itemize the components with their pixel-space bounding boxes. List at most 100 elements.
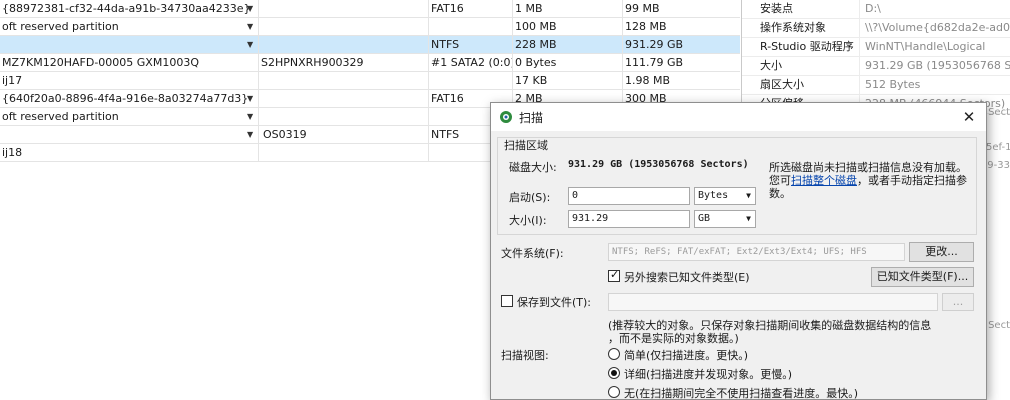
table-cell-serial bbox=[258, 18, 428, 36]
table-cell-fs: FAT16 bbox=[428, 0, 512, 18]
scan-view-simple-label: 简单(仅扫描进度。更快。) bbox=[624, 349, 749, 362]
table-cell-name: oft reserved partition bbox=[2, 110, 119, 123]
property-row[interactable]: R-Studio 驱动程序 WinNT\Handle\Logical bbox=[742, 38, 1010, 57]
disk-size-label: 磁盘大小: bbox=[509, 161, 557, 174]
table-cell-name: {640f20a0-8896-4f4a-916e-8a03274a77d3} bbox=[2, 92, 249, 105]
table-cell-fs bbox=[428, 18, 512, 36]
scan-whole-disk-link[interactable]: 扫描整个磁盘 bbox=[791, 174, 857, 187]
size-label: 大小(I): bbox=[509, 214, 547, 227]
table-cell-serial bbox=[258, 90, 428, 108]
dropdown-arrow-icon[interactable]: ▼ bbox=[247, 108, 253, 125]
start-label: 启动(S): bbox=[509, 191, 551, 204]
scan-view-detailed-radio[interactable] bbox=[608, 367, 620, 379]
table-cell-fs bbox=[428, 72, 512, 90]
scan-view-label: 扫描视图: bbox=[501, 349, 549, 362]
table-cell-fs: #1 SATA2 (0:0) bbox=[428, 54, 512, 72]
dropdown-arrow-icon[interactable]: ▼ bbox=[247, 90, 253, 107]
property-row[interactable]: 扇区大小 512 Bytes bbox=[742, 76, 1010, 95]
scan-note-suffix: ，或者手动指定扫描参 bbox=[857, 174, 967, 187]
table-row-selected[interactable]: ▼ NTFS 228 MB 931.29 GB bbox=[0, 36, 740, 54]
property-value: WinNT\Handle\Logical bbox=[865, 40, 986, 53]
chevron-down-icon: ▼ bbox=[746, 214, 751, 223]
table-cell-name: oft reserved partition bbox=[2, 20, 119, 33]
start-unit-select[interactable]: Bytes ▼ bbox=[694, 187, 756, 205]
disk-size-value: 931.29 GB (1953056768 Sectors) bbox=[568, 159, 749, 170]
property-key: 操作系统对象 bbox=[742, 19, 860, 38]
property-value: \\?\Volume{d682da2e-ad04- bbox=[865, 21, 1010, 34]
save-to-file-checkbox[interactable] bbox=[501, 295, 513, 307]
scan-view-none-radio[interactable] bbox=[608, 386, 620, 398]
table-cell-start: 100 MB bbox=[512, 18, 622, 36]
table-row[interactable]: ij17 17 KB 1.98 MB bbox=[0, 72, 740, 90]
table-cell-name: MZ7KM120HAFD-00005 GXM1003Q bbox=[2, 56, 199, 69]
extra-search-checkbox[interactable] bbox=[608, 268, 620, 282]
table-cell-fs: NTFS bbox=[428, 36, 512, 54]
table-cell-serial bbox=[258, 0, 428, 18]
table-row[interactable]: oft reserved partition ▼ 100 MB 128 MB bbox=[0, 18, 740, 36]
scan-note-line2: 您可扫描整个磁盘，或者手动指定扫描参 bbox=[769, 172, 967, 188]
filesystem-label: 文件系统(F): bbox=[501, 247, 564, 260]
table-cell-start: 17 KB bbox=[512, 72, 622, 90]
table-cell-serial: OS0319 bbox=[258, 126, 428, 144]
dropdown-arrow-icon[interactable]: ▼ bbox=[247, 126, 253, 143]
start-unit-value: Bytes bbox=[698, 190, 729, 201]
table-cell-start: 1 MB bbox=[512, 0, 622, 18]
table-row[interactable]: {88972381-cf32-44da-a91b-34730aa4233e} ▼… bbox=[0, 0, 740, 18]
table-cell-name bbox=[0, 36, 258, 54]
size-input[interactable]: 931.29 bbox=[568, 210, 690, 228]
property-value: 512 Bytes bbox=[865, 78, 921, 91]
dropdown-arrow-icon[interactable]: ▼ bbox=[247, 18, 253, 35]
property-key: 大小 bbox=[742, 57, 860, 76]
table-cell-serial bbox=[258, 36, 428, 54]
table-cell-size: 128 MB bbox=[622, 18, 740, 36]
extra-search-label: 另外搜索已知文件类型(E) bbox=[624, 271, 750, 284]
scan-note-line3: 数。 bbox=[769, 187, 791, 200]
table-cell-serial: S2HPNXRH900329 bbox=[258, 54, 428, 72]
property-row[interactable]: 安装点 D:\ bbox=[742, 0, 1010, 19]
size-unit-select[interactable]: GB ▼ bbox=[694, 210, 756, 228]
save-to-file-label: 保存到文件(T): bbox=[517, 296, 592, 309]
table-cell-size: 1.98 MB bbox=[622, 72, 740, 90]
property-row[interactable]: 大小 931.29 GB (1953056768 Sect bbox=[742, 57, 1010, 76]
property-key: 安装点 bbox=[742, 0, 860, 19]
property-fragment: 5ef-1 bbox=[986, 142, 1010, 153]
table-cell-size: 111.79 GB bbox=[622, 54, 740, 72]
scan-view-none-label: 无(在扫描期间完全不使用扫描查看进度。最快。) bbox=[624, 387, 859, 400]
table-cell-name: ij18 bbox=[2, 146, 23, 159]
table-cell-size: 99 MB bbox=[622, 0, 740, 18]
scan-view-simple-radio[interactable] bbox=[608, 348, 620, 360]
property-key: 扇区大小 bbox=[742, 76, 860, 95]
scan-view-detailed-label: 详细(扫描进度并发现对象。更慢。) bbox=[624, 368, 793, 381]
filesystem-field[interactable]: NTFS; ReFS; FAT/exFAT; Ext2/Ext3/Ext4; U… bbox=[608, 243, 905, 261]
property-value: D:\ bbox=[865, 2, 881, 15]
scan-area-title: 扫描区域 bbox=[504, 139, 548, 152]
scan-dialog: 扫描 ✕ 扫描区域 磁盘大小: 931.29 GB (1953056768 Se… bbox=[490, 102, 987, 400]
save-to-file-path-input[interactable] bbox=[608, 293, 938, 311]
table-cell-name: {88972381-cf32-44da-a91b-34730aa4233e} bbox=[2, 2, 251, 15]
table-cell-name: ij17 bbox=[2, 74, 23, 87]
r-studio-app-icon bbox=[500, 111, 512, 123]
table-row[interactable]: MZ7KM120HAFD-00005 GXM1003Q S2HPNXRH9003… bbox=[0, 54, 740, 72]
table-cell-start: 228 MB bbox=[512, 36, 622, 54]
browse-button[interactable]: ... bbox=[942, 293, 974, 311]
dialog-titlebar[interactable]: 扫描 ✕ bbox=[491, 103, 986, 131]
table-cell-serial bbox=[258, 144, 428, 162]
table-cell-serial bbox=[258, 72, 428, 90]
size-unit-value: GB bbox=[698, 213, 711, 224]
dropdown-arrow-icon[interactable]: ▼ bbox=[247, 36, 253, 53]
close-icon[interactable]: ✕ bbox=[954, 103, 984, 131]
scan-view-note-line2: ，而不是实际的对象数据。) bbox=[608, 332, 739, 345]
property-key: R-Studio 驱动程序 bbox=[742, 38, 860, 57]
change-filesystem-button[interactable]: 更改... bbox=[909, 242, 974, 262]
property-row[interactable]: 操作系统对象 \\?\Volume{d682da2e-ad04- bbox=[742, 19, 1010, 38]
table-cell-size: 931.29 GB bbox=[622, 36, 740, 54]
table-cell-name bbox=[0, 126, 258, 144]
property-fragment: 9-33 bbox=[987, 160, 1010, 171]
dialog-title: 扫描 bbox=[519, 111, 544, 125]
table-cell-serial bbox=[258, 108, 428, 126]
known-file-types-button[interactable]: 已知文件类型(F)... bbox=[871, 267, 974, 287]
property-fragment: Sect bbox=[988, 107, 1010, 118]
dropdown-arrow-icon[interactable]: ▼ bbox=[247, 0, 253, 17]
start-input[interactable]: 0 bbox=[568, 187, 690, 205]
property-fragment: Sect bbox=[988, 320, 1010, 331]
